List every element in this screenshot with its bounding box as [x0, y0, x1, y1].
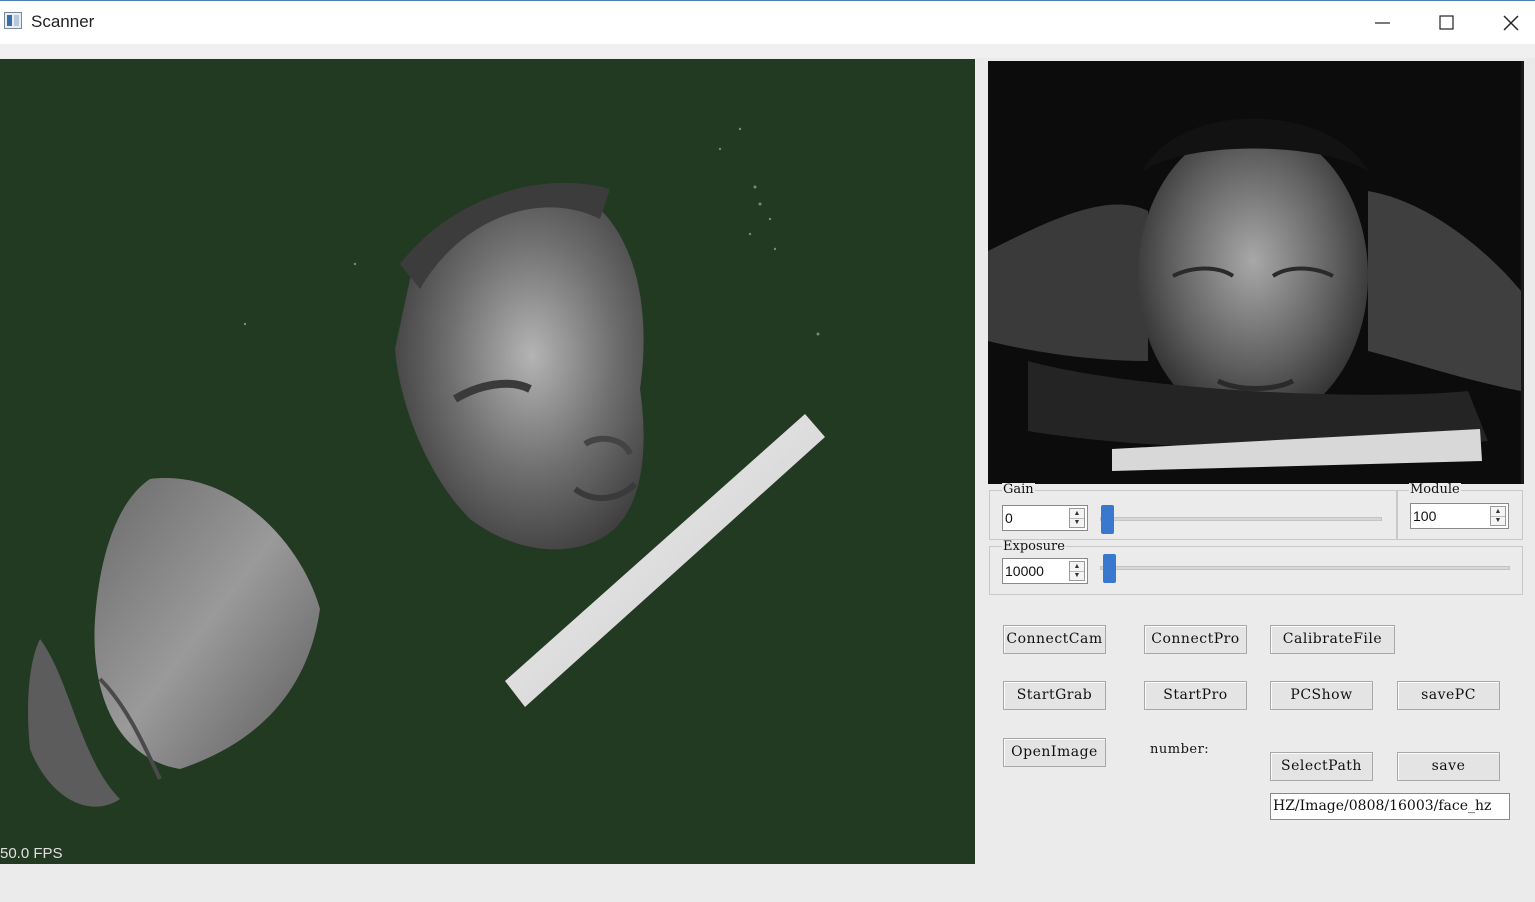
title-bar: Scanner: [0, 0, 1535, 44]
gain-slider-handle[interactable]: [1101, 505, 1114, 534]
gain-spin-arrows[interactable]: ▲ ▼: [1069, 508, 1085, 528]
camera-image-view: [988, 61, 1524, 484]
exposure-spin-arrows[interactable]: ▲ ▼: [1069, 561, 1085, 581]
connect-pro-button[interactable]: ConnectPro: [1144, 625, 1247, 654]
gain-spinbox[interactable]: 0 ▲ ▼: [1002, 505, 1088, 531]
start-grab-button[interactable]: StartGrab: [1003, 681, 1106, 710]
select-path-button[interactable]: SelectPath: [1270, 752, 1373, 781]
module-spin-arrows[interactable]: ▲ ▼: [1490, 506, 1506, 526]
save-pc-button[interactable]: savePC: [1397, 681, 1500, 710]
maximize-icon: [1439, 15, 1454, 30]
connect-cam-button[interactable]: ConnectCam: [1003, 625, 1106, 654]
app-icon: [4, 12, 22, 29]
number-label: number:: [1150, 742, 1210, 757]
gain-slider-track[interactable]: [1100, 517, 1382, 521]
save-path-field[interactable]: HZ/Image/0808/16003/face_hz: [1270, 793, 1510, 820]
point-cloud-render: [28, 127, 825, 807]
exposure-value: 10000: [1005, 563, 1044, 579]
module-label: Module: [1409, 482, 1461, 497]
gain-label: Gain: [1002, 482, 1035, 497]
minimize-button[interactable]: [1351, 1, 1415, 45]
spin-down-icon[interactable]: ▼: [1491, 516, 1505, 525]
exposure-label: Exposure: [1002, 539, 1066, 554]
open-image-button[interactable]: OpenImage: [1003, 738, 1106, 767]
close-button[interactable]: [1479, 1, 1535, 45]
exposure-spinbox[interactable]: 10000 ▲ ▼: [1002, 558, 1088, 584]
maximize-button[interactable]: [1415, 1, 1479, 45]
close-icon: [1503, 15, 1519, 31]
calibrate-file-button[interactable]: CalibrateFile: [1270, 625, 1395, 654]
spin-down-icon[interactable]: ▼: [1070, 518, 1084, 527]
pc-show-button[interactable]: PCShow: [1270, 681, 1373, 710]
camera-feed-image: [988, 61, 1521, 484]
gain-value: 0: [1005, 510, 1013, 526]
fps-counter: 50.0 FPS: [0, 845, 63, 862]
exposure-slider-track[interactable]: [1100, 566, 1510, 570]
exposure-slider-handle[interactable]: [1103, 554, 1116, 583]
save-path-value: HZ/Image/0808/16003/face_hz: [1273, 798, 1492, 814]
module-value: 100: [1413, 508, 1437, 524]
point-cloud-viewport[interactable]: 50.0 FPS: [0, 59, 975, 864]
menu-strip: [0, 44, 1535, 58]
module-spinbox[interactable]: 100 ▲ ▼: [1410, 503, 1509, 529]
start-pro-button[interactable]: StartPro: [1144, 681, 1247, 710]
minimize-icon: [1375, 22, 1390, 24]
window-title: Scanner: [31, 12, 95, 31]
spin-down-icon[interactable]: ▼: [1070, 571, 1084, 580]
save-button[interactable]: save: [1397, 752, 1500, 781]
